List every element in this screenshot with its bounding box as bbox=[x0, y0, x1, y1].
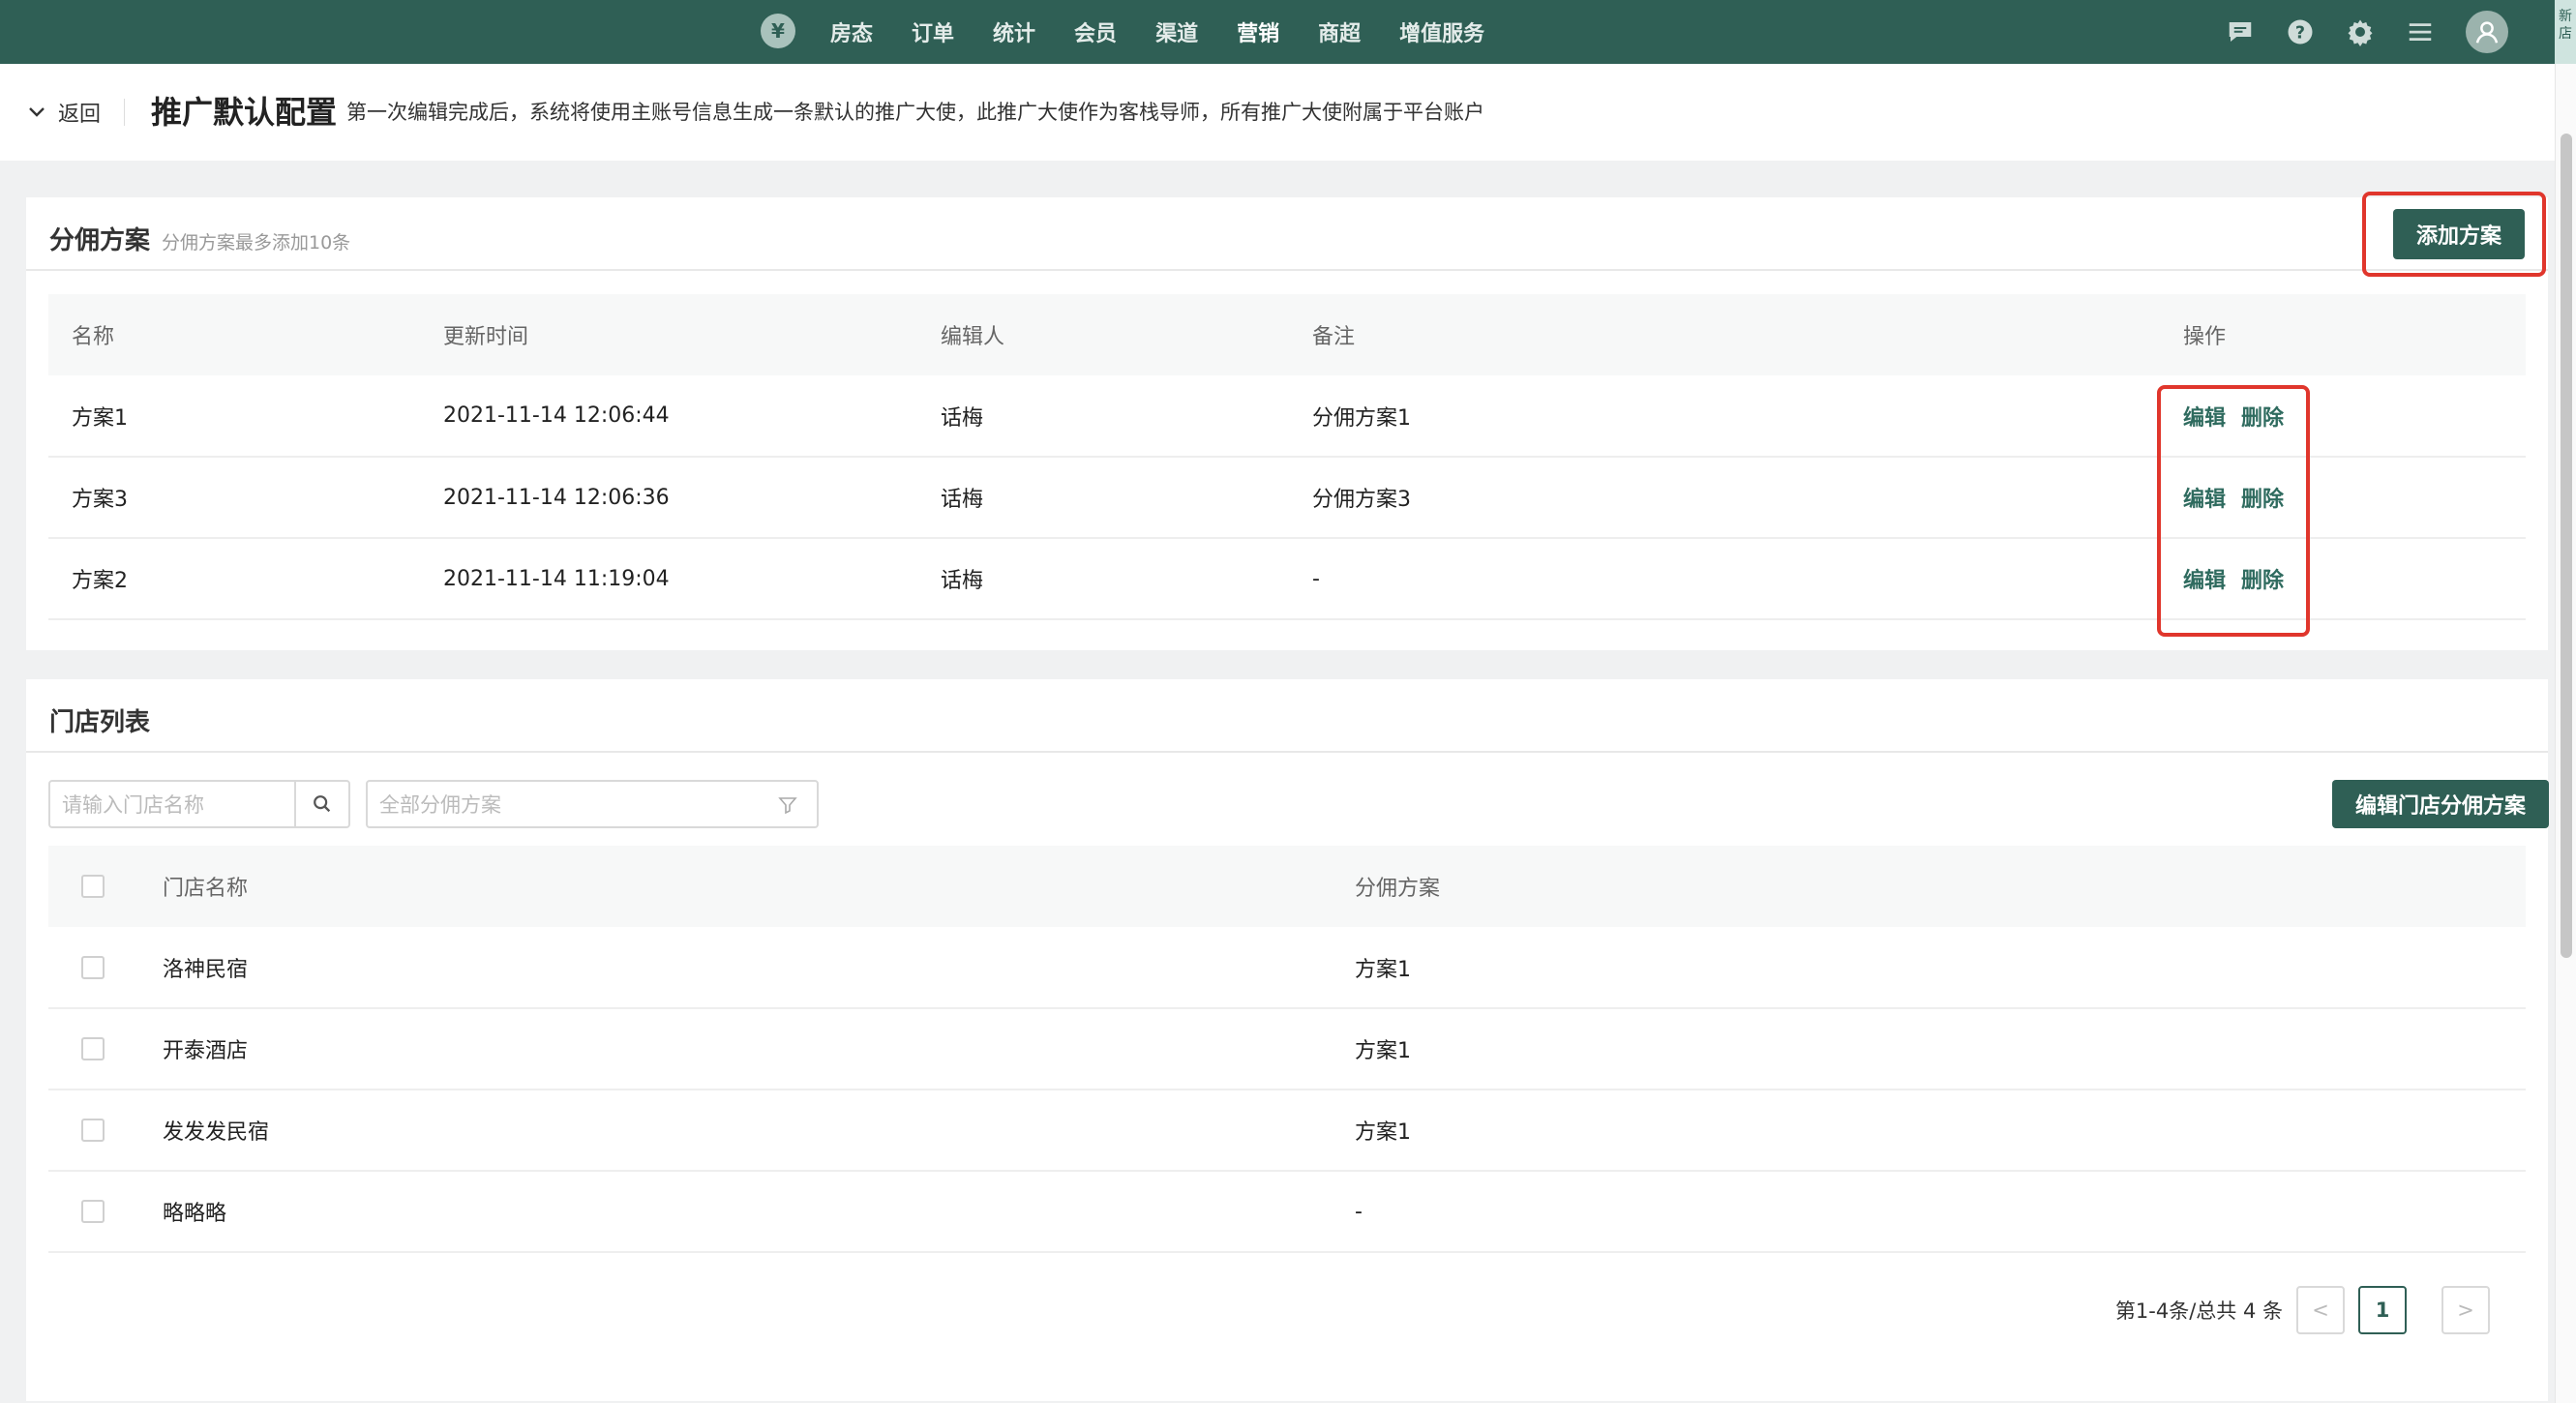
vertical-scrollbar[interactable] bbox=[2555, 64, 2576, 1403]
nav-item-members[interactable]: 会员 bbox=[1074, 16, 1117, 47]
add-plan-button[interactable]: 添加方案 bbox=[2393, 209, 2525, 259]
plan-editor: 话梅 bbox=[917, 375, 1289, 458]
section-title: 分佣方案 bbox=[49, 226, 151, 255]
nav-item-orders[interactable]: 订单 bbox=[912, 16, 954, 47]
plan-editor: 话梅 bbox=[917, 457, 1289, 539]
table-row: 发发发民宿 方案1 bbox=[48, 1090, 2526, 1172]
table-row: 开泰酒店 方案1 bbox=[48, 1008, 2526, 1090]
section-title: 门店列表 bbox=[49, 708, 151, 737]
filter-row: 请输入门店名称 全部分佣方案 编辑门店分佣方案 bbox=[48, 780, 2549, 828]
plan-name: 方案2 bbox=[48, 538, 420, 620]
nav-item-channels[interactable]: 渠道 bbox=[1155, 16, 1198, 47]
edit-store-plan-button[interactable]: 编辑门店分佣方案 bbox=[2332, 780, 2549, 828]
search-icon bbox=[314, 795, 331, 813]
plan-updated: 2021-11-14 12:06:44 bbox=[420, 375, 917, 458]
next-page-button[interactable]: > bbox=[2441, 1286, 2490, 1334]
column-header: 编辑人 bbox=[917, 294, 1289, 375]
table-row: 洛神民宿 方案1 bbox=[48, 927, 2526, 1009]
page-number-button[interactable]: 1 bbox=[2358, 1286, 2407, 1334]
svg-text:?: ? bbox=[2295, 23, 2305, 43]
column-header: 备注 bbox=[1289, 294, 2160, 375]
store-plan: - bbox=[1355, 1171, 2526, 1253]
table-row: 略略略 - bbox=[48, 1171, 2526, 1253]
nav-item-mall[interactable]: 商超 bbox=[1318, 16, 1361, 47]
store-list-card: 门店列表 请输入门店名称 全部分佣方案 编辑门店分佣方案 门店名称 分佣方案 洛… bbox=[26, 679, 2549, 1401]
plans-table: 名称 更新时间 编辑人 备注 操作 方案1 2021-11-14 12:06:4… bbox=[48, 294, 2526, 620]
yen-logo-icon[interactable]: ¥ bbox=[761, 14, 795, 48]
menu-icon[interactable] bbox=[2404, 15, 2437, 48]
row-checkbox[interactable] bbox=[81, 1119, 105, 1142]
plan-filter-select[interactable]: 全部分佣方案 bbox=[366, 780, 819, 828]
column-header: 操作 bbox=[2160, 294, 2526, 375]
prev-page-button[interactable]: < bbox=[2296, 1286, 2345, 1334]
nav-item-marketing[interactable]: 营销 bbox=[1237, 16, 1279, 47]
card-header: 门店列表 bbox=[26, 679, 2548, 753]
nav-item-room-status[interactable]: 房态 bbox=[830, 16, 873, 47]
store-name: 略略略 bbox=[163, 1171, 1355, 1253]
page-description: 第一次编辑完成后，系统将使用主账号信息生成一条默认的推广大使，此推广大使作为客栈… bbox=[346, 101, 1484, 124]
settings-icon[interactable] bbox=[2344, 15, 2377, 48]
page-title: 推广默认配置 bbox=[151, 94, 338, 131]
commission-plans-card: 分佣方案 分佣方案最多添加10条 添加方案 名称 更新时间 编辑人 备注 操作 … bbox=[26, 192, 2548, 650]
plan-note: 分佣方案3 bbox=[1289, 457, 2160, 539]
select-cell bbox=[48, 1008, 163, 1090]
plan-updated: 2021-11-14 12:06:36 bbox=[420, 457, 917, 539]
main-nav: 房态 订单 统计 会员 渠道 营销 商超 增值服务 bbox=[830, 0, 1523, 64]
table-row: 方案3 2021-11-14 12:06:36 话梅 分佣方案3 编辑 删除 bbox=[48, 457, 2526, 539]
store-name: 洛神民宿 bbox=[163, 927, 1355, 1009]
table-header-row: 名称 更新时间 编辑人 备注 操作 bbox=[48, 294, 2526, 375]
store-plan: 方案1 bbox=[1355, 1008, 2526, 1090]
pagination-summary: 第1-4条/总共 4 条 bbox=[2114, 1299, 2283, 1323]
store-name: 开泰酒店 bbox=[163, 1008, 1355, 1090]
row-checkbox[interactable] bbox=[81, 1037, 105, 1060]
store-plan: 方案1 bbox=[1355, 1090, 2526, 1172]
store-search-input[interactable]: 请输入门店名称 bbox=[48, 780, 296, 828]
section-subtitle: 分佣方案最多添加10条 bbox=[162, 232, 351, 254]
select-cell bbox=[48, 1090, 163, 1172]
top-navigation-bar: ¥ 房态 订单 统计 会员 渠道 营销 商超 增值服务 ? bbox=[0, 0, 2576, 64]
top-icons: ? bbox=[2197, 0, 2508, 64]
highlight-box-actions bbox=[2157, 385, 2310, 637]
search-button[interactable] bbox=[294, 780, 350, 828]
row-checkbox[interactable] bbox=[81, 1200, 105, 1223]
plan-name: 方案3 bbox=[48, 457, 420, 539]
stores-table: 门店名称 分佣方案 洛神民宿 方案1 开泰酒店 方案1 发发发民宿 方案1 略略… bbox=[48, 846, 2526, 1253]
select-all-cell bbox=[48, 846, 163, 927]
back-label: 返回 bbox=[58, 103, 102, 127]
select-all-checkbox[interactable] bbox=[81, 875, 105, 898]
select-cell bbox=[48, 1171, 163, 1253]
store-name: 发发发民宿 bbox=[163, 1090, 1355, 1172]
page-header: 返回 推广默认配置 第一次编辑完成后，系统将使用主账号信息生成一条默认的推广大使… bbox=[0, 64, 2555, 161]
column-header: 门店名称 bbox=[163, 846, 1355, 927]
filter-placeholder: 全部分佣方案 bbox=[379, 793, 501, 817]
nav-item-value-added-services[interactable]: 增值服务 bbox=[1399, 16, 1484, 47]
edge-tab[interactable]: 新店 bbox=[2555, 0, 2576, 64]
chevron-down-icon bbox=[29, 107, 45, 117]
pagination: 第1-4条/总共 4 条 < 1 > bbox=[2115, 1285, 2490, 1335]
card-header: 分佣方案 分佣方案最多添加10条 bbox=[26, 197, 2548, 271]
divider bbox=[124, 99, 125, 126]
table-row: 方案2 2021-11-14 11:19:04 话梅 - 编辑 删除 bbox=[48, 538, 2526, 620]
column-header: 分佣方案 bbox=[1355, 846, 2526, 927]
plan-updated: 2021-11-14 11:19:04 bbox=[420, 538, 917, 620]
column-header: 名称 bbox=[48, 294, 420, 375]
select-cell bbox=[48, 927, 163, 1009]
plan-note: 分佣方案1 bbox=[1289, 375, 2160, 458]
nav-item-statistics[interactable]: 统计 bbox=[993, 16, 1035, 47]
plan-name: 方案1 bbox=[48, 375, 420, 458]
table-row: 方案1 2021-11-14 12:06:44 话梅 分佣方案1 编辑 删除 bbox=[48, 375, 2526, 458]
row-checkbox[interactable] bbox=[81, 955, 105, 979]
user-avatar-icon[interactable] bbox=[2466, 11, 2508, 53]
table-header-row: 门店名称 分佣方案 bbox=[48, 846, 2526, 927]
plan-editor: 话梅 bbox=[917, 538, 1289, 620]
filter-icon bbox=[778, 797, 797, 815]
column-header: 更新时间 bbox=[420, 294, 917, 375]
message-icon[interactable] bbox=[2224, 15, 2257, 48]
store-plan: 方案1 bbox=[1355, 927, 2526, 1009]
back-button[interactable]: 返回 bbox=[27, 64, 101, 161]
help-icon[interactable]: ? bbox=[2284, 15, 2317, 48]
plan-note: - bbox=[1289, 538, 2160, 620]
scrollbar-thumb[interactable] bbox=[2561, 134, 2572, 958]
